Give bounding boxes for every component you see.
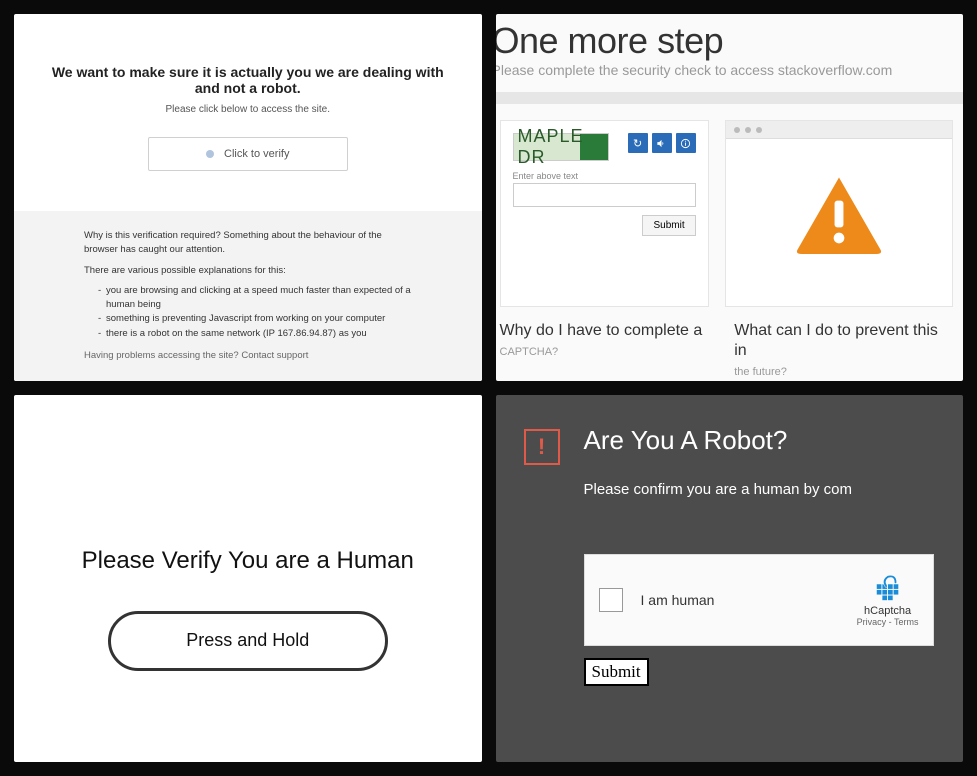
hcaptcha-submit-button[interactable]: Submit [584,658,649,686]
hcaptcha-widget: I am human hCaptcha Privacy - Terms [584,554,934,646]
panel4-header-row: ! Are You A Robot? [524,425,964,465]
panel-hcaptcha: ! Are You A Robot? Please confirm you ar… [496,395,964,762]
reason-item: something is preventing Javascript from … [98,312,412,326]
reasons-list: you are browsing and clicking at a speed… [84,284,412,341]
press-and-hold-button[interactable]: Press and Hold [108,611,388,671]
captcha-image: MAPLE DR [513,133,609,161]
info-icon[interactable] [676,133,696,153]
warning-triangle-icon [794,174,884,254]
click-to-verify-button[interactable]: Click to verify [148,137,348,171]
reasons-intro: There are various possible explanations … [84,264,412,278]
captcha-row: MAPLE DR ↻ [513,133,696,161]
panel3-heading: Please Verify You are a Human [82,547,414,575]
reason-item: you are browsing and clicking at a speed… [98,284,412,313]
panel-press-and-hold: Please Verify You are a Human Press and … [14,395,482,762]
speaker-icon [656,138,667,149]
reason-item: there is a robot on the same network (IP… [98,327,412,341]
hcaptcha-logo-icon [873,573,903,603]
press-hold-label: Press and Hold [186,630,309,651]
panel1-heading: We want to make sure it is actually you … [44,64,452,96]
panel2-body: MAPLE DR ↻ Enter above text Submit [496,104,964,317]
panel4-subtitle: Please confirm you are a human by com [584,481,964,498]
why-text: Why is this verification required? Somet… [84,229,412,258]
panel4-heading: Are You A Robot? [584,425,788,456]
q-right-line: What can I do to prevent this in [734,322,938,359]
info-glyph-icon [680,138,691,149]
alert-box-icon: ! [524,429,560,465]
refresh-icon[interactable]: ↻ [628,133,648,153]
captcha-submit-button[interactable]: Submit [642,215,695,236]
captcha-card: MAPLE DR ↻ Enter above text Submit [500,120,709,307]
panel1-explanation: Why is this verification required? Somet… [14,211,482,381]
panel1-subheading: Please click below to access the site. [165,104,330,115]
q-right-trunc: the future? [734,366,787,378]
hcaptcha-wrapper: I am human hCaptcha Privacy - Terms Subm… [584,554,934,686]
traffic-dot-icon [734,127,740,133]
panel2-subtitle: Please complete the security check to ac… [496,62,964,78]
captcha-icon-set: ↻ [628,133,696,153]
q-left-trunc: CAPTCHA? [500,346,559,358]
hcaptcha-brand: hCaptcha Privacy - Terms [857,573,919,627]
captcha-text-input[interactable] [513,183,696,207]
prevent-future-question: What can I do to prevent this in the fut… [734,321,953,381]
traffic-dot-icon [756,127,762,133]
panel2-title: One more step [496,20,964,62]
traffic-dot-icon [745,127,751,133]
verify-dot-icon [206,150,214,158]
panel-cloudflare-captcha: One more step Please complete the securi… [496,14,964,381]
panel2-header: One more step Please complete the securi… [496,14,964,92]
panel2-divider-bar [496,92,964,104]
warning-card [725,120,953,307]
browser-chrome-bar [726,121,952,139]
why-captcha-question: Why do I have to complete a CAPTCHA? [500,321,719,381]
enter-text-label: Enter above text [513,171,696,181]
hcaptcha-brand-name: hCaptcha [864,605,911,617]
panel1-main: We want to make sure it is actually you … [14,14,482,211]
audio-icon[interactable] [652,133,672,153]
hcaptcha-privacy-terms[interactable]: Privacy - Terms [857,617,919,627]
panel-click-to-verify: We want to make sure it is actually you … [14,14,482,381]
q-left-line: Why do I have to complete a [500,322,703,339]
hcaptcha-label: I am human [641,592,839,608]
hcaptcha-checkbox[interactable] [599,588,623,612]
panel2-questions: Why do I have to complete a CAPTCHA? Wha… [496,317,964,381]
truncated-text: Having problems accessing the site? Cont… [84,349,412,363]
verify-button-label: Click to verify [224,148,289,160]
